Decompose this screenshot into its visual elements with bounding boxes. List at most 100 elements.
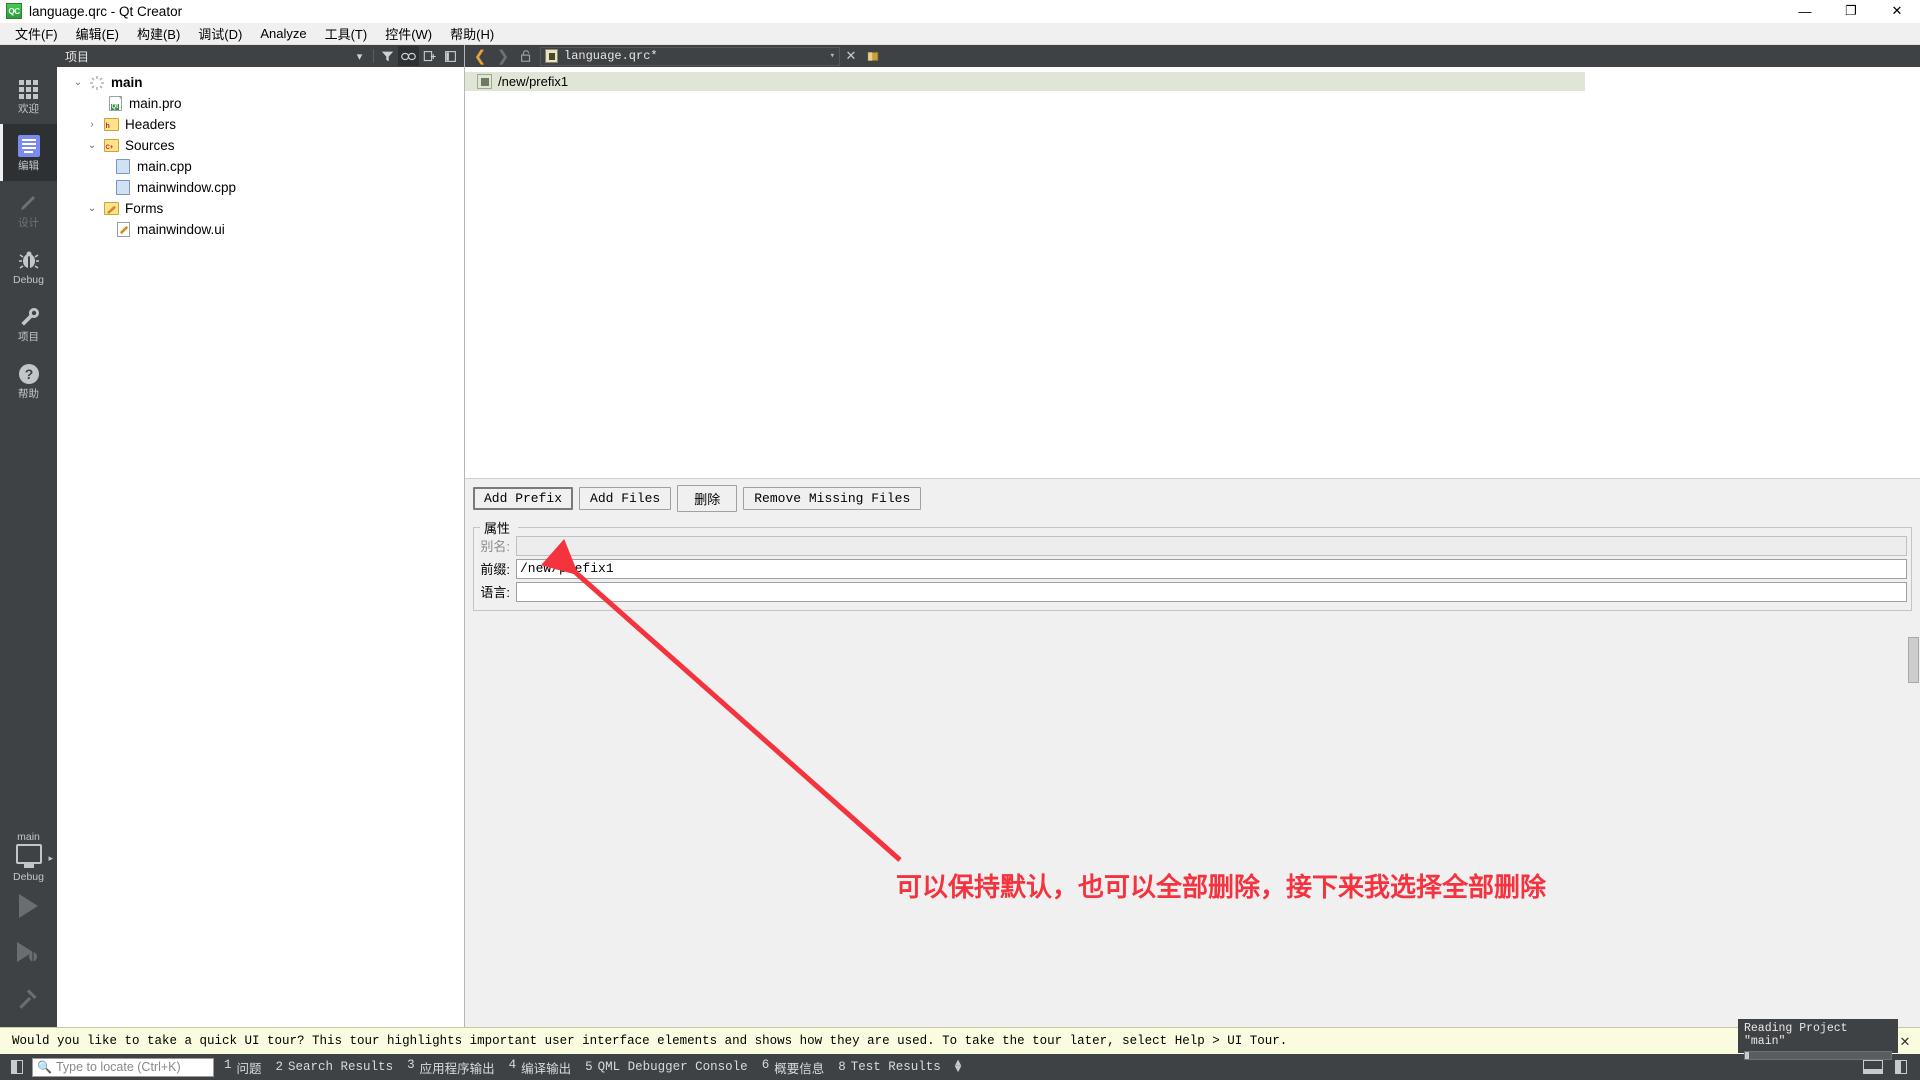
mode-debug[interactable]: Debug <box>0 238 57 295</box>
tree-item-main-pro[interactable]: Qt main.pro <box>57 93 464 114</box>
qrc-resource-tree[interactable]: /new/prefix1 <box>465 67 1920 479</box>
tree-label: main.cpp <box>137 159 192 174</box>
pane-number: 6 <box>761 1057 770 1072</box>
qrc-prefix-row[interactable]: /new/prefix1 <box>465 72 1585 91</box>
mode-edit[interactable]: 编辑 <box>0 124 57 181</box>
split-icon[interactable] <box>419 46 440 66</box>
add-prefix-button[interactable]: Add Prefix <box>473 487 574 510</box>
language-field[interactable] <box>516 581 1907 602</box>
close-document-button[interactable]: ✕ <box>841 48 861 64</box>
hammer-icon <box>18 989 37 1009</box>
editor-empty-area <box>465 621 1920 1027</box>
tree-item-main[interactable]: ⌄ main <box>57 72 464 93</box>
qt-creator-window: QC language.qrc - Qt Creator — ❐ ✕ 文件(F)… <box>0 0 1920 1080</box>
pane-label: 应用程序输出 <box>419 1062 495 1077</box>
tree-label: main.pro <box>129 96 182 111</box>
mode-debug-label: Debug <box>13 274 44 286</box>
add-files-button[interactable]: Add Files <box>579 487 672 510</box>
mode-welcome[interactable]: 欢迎 <box>0 67 57 124</box>
pane-general-messages[interactable]: 6 概要信息 <box>762 1058 825 1077</box>
tree-label: Sources <box>125 138 175 153</box>
question-icon: ? <box>17 361 41 387</box>
alias-row: 别名: <box>478 535 1907 556</box>
kit-selector[interactable]: main ▸ Debug <box>0 831 57 883</box>
maximize-button[interactable]: ❐ <box>1828 0 1874 22</box>
chevron-down-icon[interactable]: ⌄ <box>83 140 101 151</box>
pane-app-output[interactable]: 3 应用程序输出 <box>407 1058 495 1077</box>
ui-tour-bar: Would you like to take a quick UI tour? … <box>0 1027 1920 1054</box>
app-logo-icon: QC <box>6 3 22 19</box>
pane-scroll-icon[interactable]: ▲ ▼ <box>955 1059 962 1076</box>
remove-missing-files-button[interactable]: Remove Missing Files <box>743 487 922 510</box>
tree-label: mainwindow.ui <box>137 222 225 237</box>
prefix-field[interactable]: /new/prefix1 <box>516 558 1907 579</box>
sidebar-icon[interactable] <box>440 46 461 66</box>
back-icon[interactable]: ❮ <box>469 46 491 66</box>
chevron-right-icon[interactable]: › <box>83 119 101 130</box>
remove-button[interactable]: 删除 <box>677 485 738 512</box>
pane-label: QML Debugger Console <box>597 1060 748 1074</box>
menu-debug[interactable]: 调试(D) <box>189 22 251 45</box>
scrollbar-thumb[interactable] <box>1908 637 1919 683</box>
build-button[interactable] <box>0 975 57 1021</box>
filter-icon[interactable] <box>377 46 398 66</box>
ui-file-icon <box>113 222 133 237</box>
pane-search-results[interactable]: 2 Search Results <box>276 1060 394 1074</box>
minimize-button[interactable]: — <box>1782 0 1828 22</box>
sidebar-toggle-icon[interactable] <box>6 1057 28 1077</box>
open-documents-dropdown[interactable]: language.qrc* ▾ <box>540 46 840 66</box>
sidebar-right-icon[interactable] <box>1890 1057 1912 1077</box>
pane-issues[interactable]: 1 问题 <box>224 1058 262 1077</box>
menu-help[interactable]: 帮助(H) <box>441 22 503 45</box>
tree-item-mainwindow-cpp[interactable]: mainwindow.cpp <box>57 177 464 198</box>
properties-groupbox: 属性 别名: 前缀: /new/prefix1 语言: <box>473 518 1912 611</box>
combo-caret-icon[interactable]: ▾ <box>349 46 370 66</box>
wrench-icon <box>17 304 41 330</box>
menu-build[interactable]: 构建(B) <box>128 22 189 45</box>
mode-projects[interactable]: 项目 <box>0 295 57 352</box>
split-editor-icon[interactable] <box>862 46 884 66</box>
project-tree[interactable]: ⌄ main Qt main.pro › h Headers ⌄ C+ Sour… <box>57 67 464 1027</box>
qrc-properties-panel: 属性 别名: 前缀: /new/prefix1 语言: <box>465 516 1920 621</box>
pro-file-icon: Qt <box>105 96 125 111</box>
unlock-icon[interactable] <box>515 46 537 66</box>
pane-qml-debugger[interactable]: 5 QML Debugger Console <box>585 1060 748 1074</box>
prefix-label: 前缀: <box>480 562 510 577</box>
tree-item-headers[interactable]: › h Headers <box>57 114 464 135</box>
pane-compile-output[interactable]: 4 编译输出 <box>509 1058 572 1077</box>
tree-item-mainwindow-ui[interactable]: mainwindow.ui <box>57 219 464 240</box>
prefix-icon <box>477 74 492 89</box>
menu-tools[interactable]: 工具(T) <box>316 22 377 45</box>
chevron-down-icon[interactable]: ⌄ <box>69 77 87 88</box>
mode-projects-label: 项目 <box>18 331 39 343</box>
output-pane-toggle-icon[interactable] <box>1862 1057 1884 1077</box>
menu-file[interactable]: 文件(F) <box>6 22 67 45</box>
forms-folder-icon <box>101 202 121 215</box>
tree-item-main-cpp[interactable]: main.cpp <box>57 156 464 177</box>
pane-label: 编译输出 <box>521 1062 572 1077</box>
mode-help[interactable]: ? 帮助 <box>0 352 57 409</box>
tree-item-forms[interactable]: ⌄ Forms <box>57 198 464 219</box>
progress-title: Reading Project "main" <box>1744 1022 1848 1048</box>
close-button[interactable]: ✕ <box>1874 0 1920 22</box>
kit-arrow-icon: ▸ <box>48 853 53 863</box>
editor-scrollbar[interactable] <box>1906 621 1920 1027</box>
bug-small-icon <box>28 951 37 962</box>
debug-button[interactable] <box>0 929 57 975</box>
pane-test-results[interactable]: 8 Test Results <box>838 1060 941 1074</box>
forward-icon[interactable]: ❯ <box>492 46 514 66</box>
search-input[interactable]: 🔍 Type to locate (Ctrl+K) <box>32 1057 214 1077</box>
menu-widgets[interactable]: 控件(W) <box>376 22 441 45</box>
alias-field[interactable] <box>516 535 1907 556</box>
chevron-down-icon[interactable]: ⌄ <box>83 203 101 214</box>
properties-title: 属性 <box>480 518 515 537</box>
project-pane-header: 项目 ▾ <box>57 45 464 67</box>
mode-design[interactable]: 设计 <box>0 181 57 238</box>
tree-item-sources[interactable]: ⌄ C+ Sources <box>57 135 464 156</box>
run-button[interactable] <box>0 883 57 929</box>
link-icon[interactable] <box>398 46 419 66</box>
chevron-down-icon[interactable]: ▾ <box>830 51 835 61</box>
menu-edit[interactable]: 编辑(E) <box>67 22 128 45</box>
menu-analyze[interactable]: Analyze <box>251 24 315 43</box>
pencil-icon <box>17 190 41 216</box>
